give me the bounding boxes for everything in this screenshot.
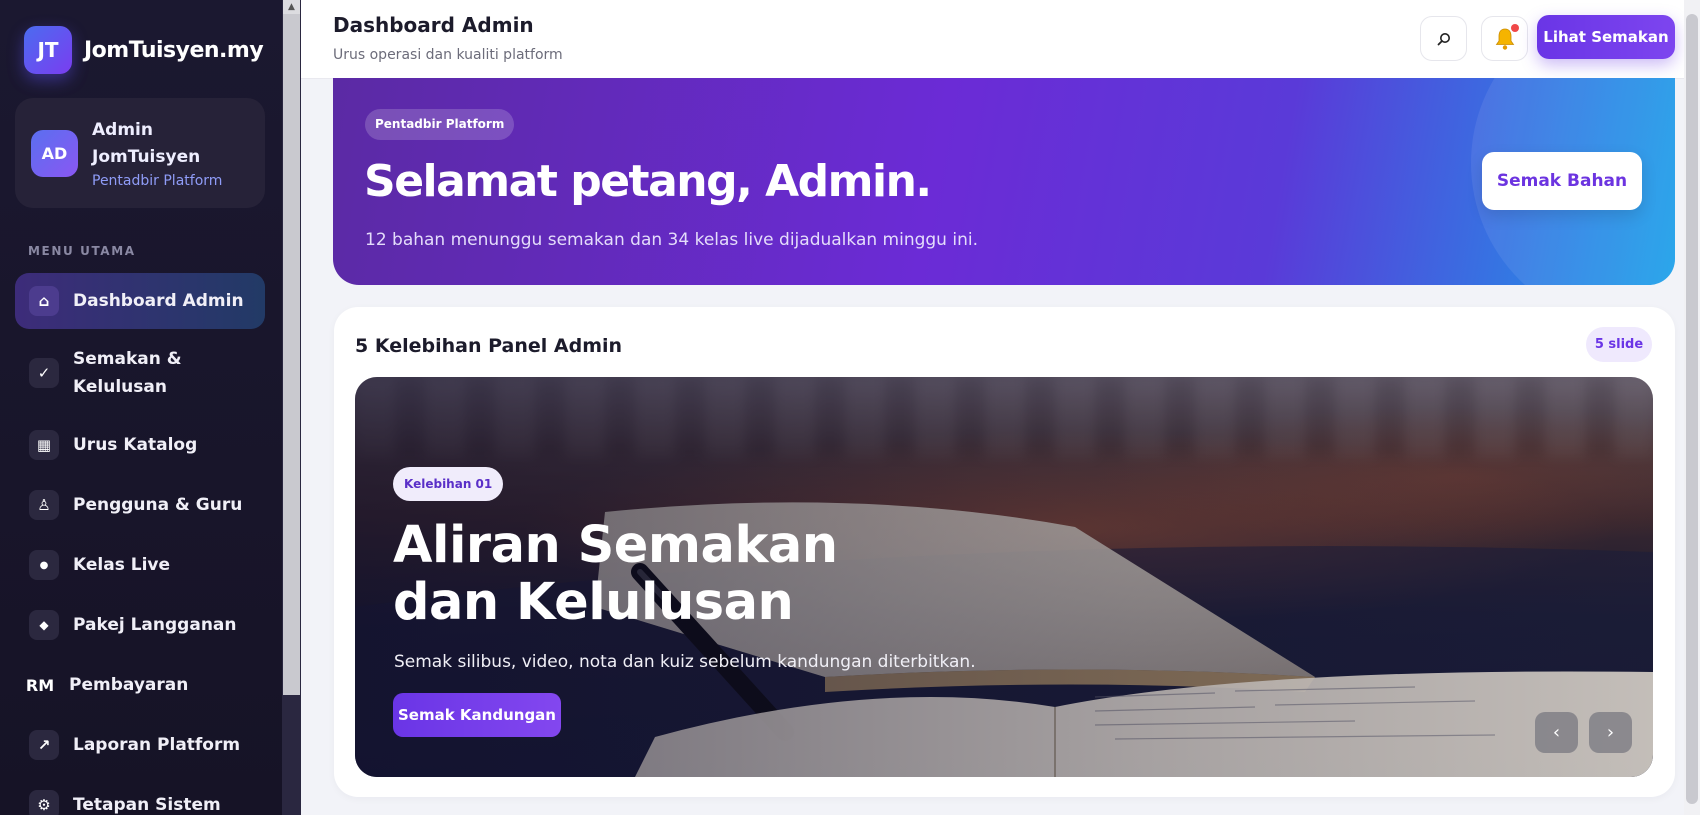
top-header: Dashboard Admin Urus operasi dan kualiti… bbox=[301, 0, 1700, 79]
sidebar-item-label: Tetapan Sistem bbox=[73, 795, 221, 815]
page-title: Dashboard Admin bbox=[333, 13, 534, 37]
brand[interactable]: JT JomTuisyen.my bbox=[24, 26, 264, 74]
slide-badge: Kelebihan 01 bbox=[393, 467, 504, 501]
welcome-banner: Pentadbir Platform Selamat petang, Admin… bbox=[333, 78, 1675, 285]
menu-heading: MENU UTAMA bbox=[28, 244, 136, 258]
slide-description: Semak silibus, video, nota dan kuiz sebe… bbox=[394, 652, 976, 672]
sidebar-item-label: Semakan & Kelulusan bbox=[73, 349, 182, 397]
greeting-title: Selamat petang, Admin. bbox=[364, 156, 932, 207]
sidebar-item-pakej-langganan[interactable]: ◆ Pakej Langganan bbox=[15, 597, 265, 653]
features-title: 5 Kelebihan Panel Admin bbox=[355, 335, 623, 357]
lihat-semakan-button[interactable]: Lihat Semakan bbox=[1537, 15, 1675, 59]
trend-icon: ↗ bbox=[29, 730, 59, 760]
currency-icon: RM bbox=[25, 675, 55, 695]
brand-name: JomTuisyen.my bbox=[84, 37, 264, 63]
sidebar-item-label: Dashboard Admin bbox=[73, 291, 244, 311]
sidebar-item-label: Laporan Platform bbox=[73, 735, 241, 755]
sidebar-scrollbar-thumb[interactable] bbox=[283, 14, 300, 695]
slide-title: Aliran Semakan dan Kelulusan bbox=[393, 516, 838, 632]
sidebar-item-label: Urus Katalog bbox=[73, 435, 198, 455]
semak-kandungan-button[interactable]: Semak Kandungan bbox=[393, 693, 561, 737]
slide-count-badge: 5 slide bbox=[1586, 327, 1652, 362]
chevron-left-icon[interactable]: ‹ bbox=[1535, 712, 1578, 753]
sidebar-item-semakan-kelulusan[interactable]: ✓ Semakan & Kelulusan bbox=[15, 333, 265, 413]
chevron-right-icon[interactable]: › bbox=[1589, 712, 1632, 753]
notification-dot bbox=[1511, 24, 1519, 32]
feature-slide: Kelebihan 01 Aliran Semakan dan Kelulusa… bbox=[355, 377, 1653, 777]
search-button[interactable] bbox=[1420, 16, 1467, 61]
home-icon: ⌂ bbox=[29, 286, 59, 316]
sidebar-item-urus-katalog[interactable]: ▦ Urus Katalog bbox=[15, 417, 265, 473]
page-scrollbar-thumb[interactable] bbox=[1686, 14, 1698, 804]
sidebar: JT JomTuisyen.my AD Admin JomTuisyen Pen… bbox=[0, 0, 301, 815]
sidebar-item-label: Kelas Live bbox=[73, 555, 171, 575]
sidebar-item-label: Pakej Langganan bbox=[73, 615, 237, 635]
page-subtitle: Urus operasi dan kualiti platform bbox=[333, 47, 563, 63]
sidebar-item-label: Pengguna & Guru bbox=[73, 495, 243, 515]
avatar: AD bbox=[31, 129, 78, 177]
profile-name: Admin JomTuisyen bbox=[92, 120, 201, 167]
greeting-description: 12 bahan menunggu semakan dan 34 kelas l… bbox=[365, 230, 978, 250]
features-card: 5 Kelebihan Panel Admin 5 slide Kelebiha… bbox=[334, 307, 1675, 797]
check-icon: ✓ bbox=[29, 358, 59, 388]
dot-icon: ● bbox=[29, 550, 59, 580]
user-icon: ♙ bbox=[29, 490, 59, 520]
diamond-icon: ◆ bbox=[29, 610, 59, 640]
sidebar-item-label: Pembayaran bbox=[69, 675, 189, 695]
sidebar-item-kelas-live[interactable]: ● Kelas Live bbox=[15, 537, 265, 593]
role-badge: Pentadbir Platform bbox=[365, 109, 515, 140]
notification-button[interactable] bbox=[1481, 16, 1528, 61]
sidebar-item-pengguna-guru[interactable]: ♙ Pengguna & Guru bbox=[15, 477, 265, 533]
sidebar-item-laporan-platform[interactable]: ↗ Laporan Platform bbox=[15, 717, 265, 773]
sidebar-item-pembayaran[interactable]: RM Pembayaran bbox=[15, 657, 265, 713]
brand-logo: JT bbox=[24, 26, 72, 74]
sidebar-item-dashboard-admin[interactable]: ⌂ Dashboard Admin bbox=[15, 273, 265, 329]
grid-icon: ▦ bbox=[29, 430, 59, 460]
semak-bahan-button[interactable]: Semak Bahan bbox=[1482, 152, 1642, 210]
scroll-up-arrow-icon[interactable]: ▲ bbox=[283, 0, 300, 14]
profile-role: Pentadbir Platform bbox=[92, 173, 223, 189]
search-icon bbox=[1437, 32, 1450, 45]
sidebar-item-tetapan-sistem[interactable]: ⚙ Tetapan Sistem bbox=[15, 777, 265, 815]
sidebar-menu: ⌂ Dashboard Admin ✓ Semakan & Kelulusan … bbox=[15, 273, 265, 815]
profile-card[interactable]: AD Admin JomTuisyen Pentadbir Platform bbox=[15, 98, 265, 208]
gear-icon: ⚙ bbox=[29, 790, 59, 815]
